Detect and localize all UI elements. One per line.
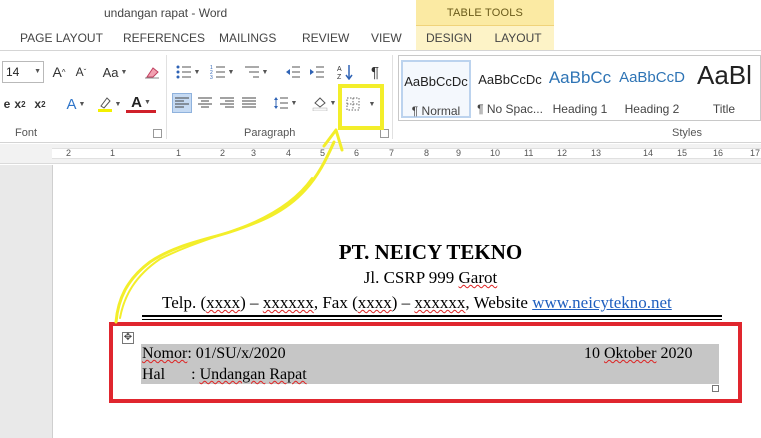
shrink-font-button[interactable]: Aˇ xyxy=(72,63,90,81)
increase-indent-icon[interactable] xyxy=(308,63,326,81)
show-formatting-marks-button[interactable]: ¶ xyxy=(366,63,384,81)
company-address: Jl. CSRP 999 Garot xyxy=(363,268,498,287)
subscript-button[interactable]: x2 xyxy=(12,95,28,113)
horizontal-ruler[interactable]: 2 1 1 2 3 4 5 6 7 8 9 10 11 12 13 14 15 … xyxy=(0,144,761,164)
strikethrough-button[interactable]: e xyxy=(2,95,12,113)
svg-text:3: 3 xyxy=(210,75,213,79)
ruler-mark: 15 xyxy=(677,148,688,158)
ruler-mark: 9 xyxy=(456,148,462,158)
multilevel-list-icon[interactable]: ▼ xyxy=(240,63,272,81)
style-normal[interactable]: AaBbCcDc ¶ Normal xyxy=(401,60,471,118)
font-group-label: Font xyxy=(15,127,38,139)
ruler-mark: 2 xyxy=(220,148,226,158)
styles-gallery: AaBbCcDc ¶ Normal AaBbCcDc ¶ No Spac... … xyxy=(398,55,761,121)
ruler-mark: 14 xyxy=(643,148,654,158)
table-tools-header: TABLE TOOLS xyxy=(416,0,554,26)
ruler-mark: 16 xyxy=(713,148,724,158)
bullets-icon[interactable]: ▼ xyxy=(172,63,204,81)
svg-text:Z: Z xyxy=(337,74,342,80)
chevron-down-icon: ▼ xyxy=(34,68,41,75)
styles-group-label: Styles xyxy=(672,127,702,139)
document-title: undangan rapat - Word xyxy=(104,6,228,20)
numbering-icon[interactable]: 1 2 3 ▼ xyxy=(206,63,238,81)
font-size-box[interactable]: 14 ▼ xyxy=(2,61,44,83)
ruler-mark: 10 xyxy=(490,148,501,158)
change-case-button[interactable]: Aa ▼ xyxy=(100,63,130,81)
justify-icon[interactable] xyxy=(240,93,258,113)
ruler-mark: 8 xyxy=(424,148,430,158)
style-title[interactable]: AaBl Title xyxy=(689,60,759,118)
ruler-mark: 6 xyxy=(354,148,360,158)
website-link[interactable]: www.neicytekno.net xyxy=(532,293,672,312)
grow-font-button[interactable]: A ^ xyxy=(50,63,68,81)
ruler-mark: 7 xyxy=(389,148,395,158)
clear-formatting-icon[interactable] xyxy=(143,63,161,81)
paragraph-group-label: Paragraph xyxy=(244,127,296,139)
shading-icon[interactable]: ▼ xyxy=(310,93,338,113)
decrease-indent-icon[interactable] xyxy=(284,63,302,81)
svg-text:A: A xyxy=(337,66,342,73)
align-left-icon[interactable] xyxy=(172,93,192,113)
ruler-mark: 11 xyxy=(524,148,534,158)
ruler-mark: 4 xyxy=(286,148,292,158)
borders-button-highlight-box xyxy=(338,84,384,130)
tab-mailings[interactable]: MAILINGS xyxy=(219,26,276,50)
letterhead-rule-thick xyxy=(142,315,722,317)
ruler-mark: 12 xyxy=(557,148,568,158)
line-spacing-icon[interactable]: ▼ xyxy=(270,93,300,113)
ruler-mark: 13 xyxy=(591,148,602,158)
group-divider xyxy=(392,55,393,139)
ruler-mark: 5 xyxy=(320,148,326,158)
tab-page-layout[interactable]: PAGE LAYOUT xyxy=(20,26,103,50)
superscript-button[interactable]: x2 xyxy=(32,95,48,113)
group-divider xyxy=(166,55,167,139)
style-no-spacing[interactable]: AaBbCcDc ¶ No Spac... xyxy=(475,60,545,118)
font-color-button[interactable]: A ▼ xyxy=(126,94,156,113)
paragraph-dialog-launcher[interactable] xyxy=(380,129,389,138)
font-size-value: 14 xyxy=(6,65,20,79)
ruler-mark: 1 xyxy=(110,148,116,158)
ruler-mark: 1 xyxy=(176,148,182,158)
ruler-strip xyxy=(52,148,761,159)
align-right-icon[interactable] xyxy=(218,93,236,113)
font-dialog-launcher[interactable] xyxy=(153,129,162,138)
highlight-color-icon[interactable]: ▼ xyxy=(96,95,122,113)
company-contact: Telp. (xxxx) – xxxxxx, Fax (xxxx) – xxxx… xyxy=(162,293,672,312)
tab-references[interactable]: REFERENCES xyxy=(123,26,205,50)
company-name: PT. NEICY TEKNO xyxy=(338,240,523,264)
sort-icon[interactable]: AZ xyxy=(336,63,354,81)
text-effects-button[interactable]: A ▼ xyxy=(62,95,90,113)
tab-view[interactable]: VIEW xyxy=(371,26,402,50)
tab-table-design[interactable]: DESIGN xyxy=(416,26,482,50)
letterhead-rule-thin xyxy=(142,319,722,320)
ruler-mark: 2 xyxy=(66,148,72,158)
ribbon-tabs: PAGE LAYOUT REFERENCES MAILINGS REVIEW V… xyxy=(0,26,761,50)
selection-highlight-box xyxy=(109,322,742,403)
tab-review[interactable]: REVIEW xyxy=(302,26,349,50)
tab-table-layout[interactable]: LAYOUT xyxy=(482,26,554,50)
align-center-icon[interactable] xyxy=(196,93,214,113)
style-heading-1[interactable]: AaBbCc Heading 1 xyxy=(545,60,615,118)
ruler-mark: 3 xyxy=(251,148,257,158)
ruler-mark: 17 xyxy=(750,148,761,158)
title-bar: undangan rapat - Word TABLE TOOLS xyxy=(0,0,761,26)
style-heading-2[interactable]: AaBbCcD Heading 2 xyxy=(617,60,687,118)
